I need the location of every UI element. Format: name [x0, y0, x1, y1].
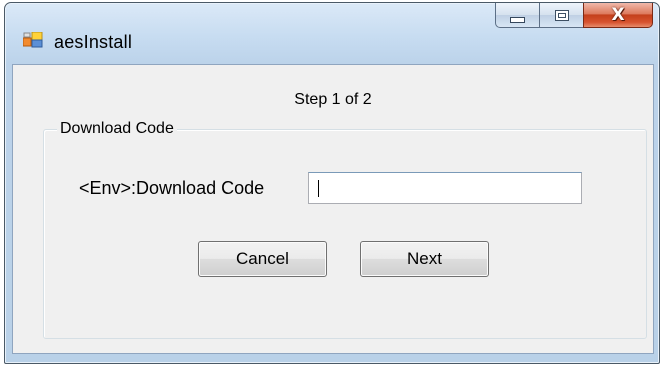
maximize-button[interactable]	[539, 3, 583, 28]
step-indicator: Step 1 of 2	[294, 91, 372, 108]
next-button[interactable]: Next	[360, 241, 489, 277]
caption-buttons: X	[495, 3, 653, 29]
installer-window: aesInstall X Step 1 of 2 Download Code <…	[4, 2, 660, 364]
maximize-icon	[554, 9, 569, 21]
download-code-label: <Env>:Download Code	[79, 178, 265, 198]
close-button[interactable]: X	[583, 3, 653, 28]
cancel-button[interactable]: Cancel	[198, 241, 327, 277]
app-icon	[22, 31, 43, 48]
dialog-client-area: Step 1 of 2 Download Code <Env>:Download…	[12, 64, 654, 354]
title-bar[interactable]: aesInstall X	[5, 3, 659, 59]
window-title: aesInstall	[54, 32, 133, 52]
minimize-icon	[510, 16, 525, 23]
groupbox-legend: Download Code	[57, 120, 177, 138]
text-caret	[318, 180, 319, 197]
download-code-input[interactable]	[308, 172, 582, 204]
minimize-button[interactable]	[495, 3, 539, 28]
close-icon: X	[611, 4, 625, 25]
download-code-groupbox: Download Code	[43, 120, 647, 339]
